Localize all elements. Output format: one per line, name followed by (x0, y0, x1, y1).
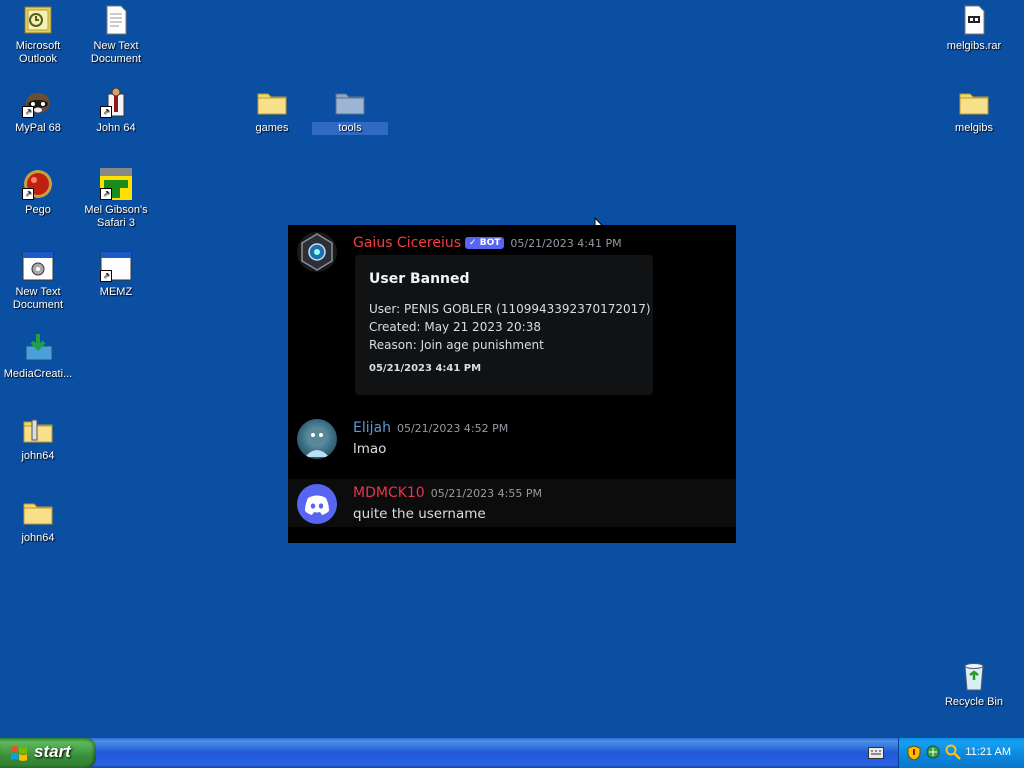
desktop-icon-john64-zip[interactable]: john64 (0, 414, 76, 463)
username[interactable]: MDMCK10 (353, 485, 425, 501)
windows-logo-icon (11, 746, 27, 761)
icon-label: john64 (21, 532, 55, 544)
folder-icon (22, 496, 54, 528)
keyboard-language-icon[interactable] (868, 747, 884, 759)
message-mdmck10: MDMCK10 05/21/2023 4:55 PM quite the user… (288, 479, 736, 527)
icon-label: New Text Document (12, 286, 64, 311)
shortcut-arrow-icon: ↗ (100, 270, 112, 282)
gear-window-icon (22, 250, 54, 282)
application-window-icon: ↗ (100, 250, 132, 282)
embed-reason-line: Reason: Join age punishment (369, 338, 544, 352)
message-content: lmao (353, 441, 387, 457)
embed-footer: 05/21/2023 4:41 PM (369, 363, 482, 374)
recycle-bin-icon (958, 660, 990, 692)
desktop-icon-new-text-document-2[interactable]: New Text Document (0, 250, 76, 312)
zip-folder-icon (22, 414, 54, 446)
start-label: start (34, 742, 71, 761)
message-content: quite the username (353, 506, 486, 522)
icon-label: john64 (21, 450, 55, 462)
shortcut-arrow-icon: ↗ (100, 188, 112, 200)
icon-label: games (255, 122, 289, 134)
shortcut-arrow-icon: ↗ (22, 188, 34, 200)
desktop-icon-tools-folder[interactable]: tools (312, 86, 388, 135)
icon-label: MEMZ (99, 286, 133, 298)
ban-embed: User Banned User: PENIS GOBLER (11099433… (355, 255, 653, 395)
icon-label: MediaCreati... (3, 368, 73, 380)
desktop-icon-mypal[interactable]: ↗ MyPal 68 (0, 86, 76, 135)
message-header: Gaius Cicereius ✓ BOT 05/21/2023 4:41 PM (353, 232, 622, 251)
security-shield-icon[interactable] (907, 745, 921, 761)
desktop-icon-new-text-document[interactable]: New Text Document (78, 4, 154, 66)
embed-user-line: User: PENIS GOBLER (1109943392370172017) (369, 302, 651, 316)
outlook-icon (22, 4, 54, 36)
icon-label: New Text Document (90, 40, 142, 65)
desktop-icon-melgibs-folder[interactable]: melgibs (936, 86, 1012, 135)
username[interactable]: Elijah (353, 420, 391, 436)
archive-file-icon (958, 4, 990, 36)
embed-created-line: Created: May 21 2023 20:38 (369, 320, 541, 334)
red-orb-icon: ↗ (22, 168, 54, 200)
system-tray: 11:21 AM (898, 738, 1024, 768)
desktop-icon-melgibs-rar[interactable]: melgibs.rar (936, 4, 1012, 53)
folder-icon (334, 86, 366, 118)
username[interactable]: Gaius Cicereius (353, 235, 461, 251)
desktop-icon-outlook[interactable]: Microsoft Outlook (0, 4, 76, 66)
start-button[interactable]: start (0, 738, 96, 768)
timestamp: 05/21/2023 4:55 PM (430, 487, 542, 500)
install-disc-icon (22, 332, 54, 364)
bot-badge: ✓ BOT (465, 237, 505, 249)
desktop-icon-mediacreation[interactable]: MediaCreati... (0, 332, 76, 381)
safari-app-icon: ↗ (100, 168, 132, 200)
desktop-icon-recycle-bin[interactable]: Recycle Bin (936, 660, 1012, 709)
icon-label: Pego (25, 204, 51, 216)
desktop-icon-games-folder[interactable]: games (234, 86, 310, 135)
folder-icon (958, 86, 990, 118)
icon-label: melgibs.rar (946, 40, 1002, 52)
message-bot-ban: Gaius Cicereius ✓ BOT 05/21/2023 4:41 PM U… (288, 225, 736, 405)
raccoon-browser-icon: ↗ (22, 86, 54, 118)
icon-label: Microsoft Outlook (15, 40, 61, 65)
embed-title: User Banned (369, 271, 470, 287)
desktop-icon-mel-gibson-safari[interactable]: ↗ Mel Gibson's Safari 3 (78, 168, 154, 230)
message-header: MDMCK10 05/21/2023 4:55 PM (353, 482, 542, 501)
shortcut-arrow-icon: ↗ (100, 106, 112, 118)
icon-label: John 64 (96, 122, 136, 134)
desktop-icon-john64-folder[interactable]: john64 (0, 496, 76, 545)
discord-logo-icon (305, 495, 329, 515)
desktop-icon-pego[interactable]: ↗ Pego (0, 168, 76, 217)
taskbar: start 11:21 AM (0, 738, 1024, 768)
desktop-icon-memz[interactable]: ↗ MEMZ (78, 250, 154, 299)
user-avatar (297, 484, 337, 524)
search-magnifier-icon[interactable] (945, 744, 961, 760)
icon-label: Mel Gibson's Safari 3 (84, 204, 148, 229)
bot-avatar (297, 232, 337, 272)
user-avatar (297, 419, 337, 459)
folder-icon (256, 86, 288, 118)
icon-label: Recycle Bin (944, 696, 1004, 708)
text-document-icon (100, 4, 132, 36)
message-header: Elijah 05/21/2023 4:52 PM (353, 417, 508, 436)
discord-chat-window: Gaius Cicereius ✓ BOT 05/21/2023 4:41 PM U… (288, 225, 736, 543)
desktop-icon-john64[interactable]: ↗ John 64 (78, 86, 154, 135)
person-figure-icon: ↗ (100, 86, 132, 118)
icon-label: MyPal 68 (15, 122, 61, 134)
icon-label: melgibs (955, 122, 993, 134)
message-elijah: Elijah 05/21/2023 4:52 PM lmao (288, 415, 736, 475)
shortcut-arrow-icon: ↗ (22, 106, 34, 118)
timestamp: 05/21/2023 4:52 PM (396, 422, 509, 435)
network-icon[interactable] (925, 744, 941, 760)
icon-label: tools (312, 122, 388, 135)
system-clock[interactable]: 11:21 AM (965, 746, 1011, 758)
timestamp: 05/21/2023 4:41 PM (510, 237, 622, 250)
